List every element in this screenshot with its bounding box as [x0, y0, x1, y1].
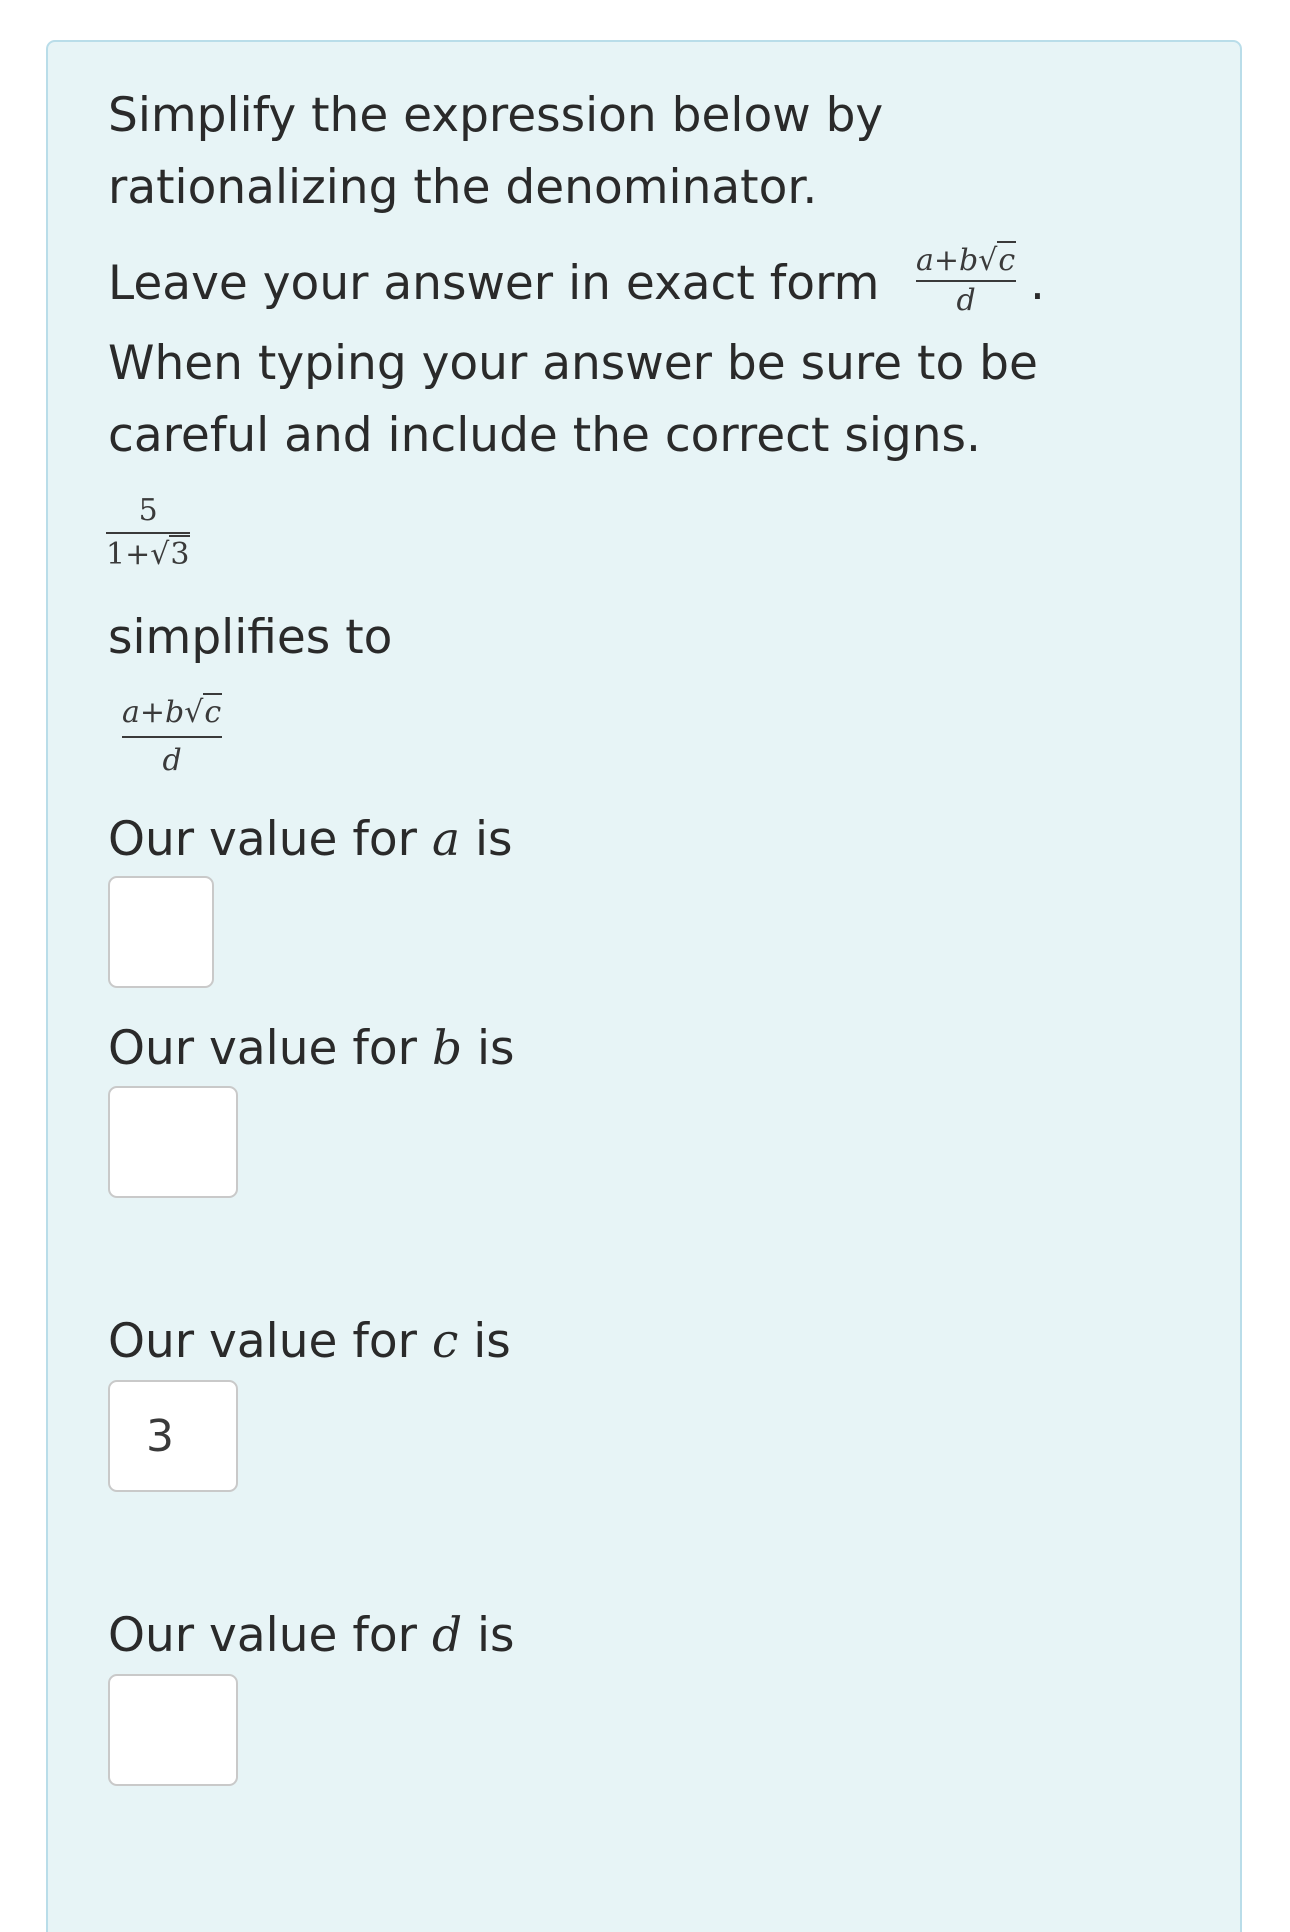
simplifies-to-label: simplifies to	[108, 610, 393, 665]
exact-form-instruction: Leave your answer in exact form	[108, 248, 879, 320]
variable-d: d	[431, 1608, 463, 1663]
expression-denominator: 1+√3	[106, 535, 191, 572]
exact-form-period: .	[1030, 256, 1045, 311]
answer-form-denominator: d	[162, 743, 182, 778]
instruction-line-4: When typing your answer be sure to be	[108, 336, 1038, 391]
answer-input-c[interactable]	[108, 1380, 238, 1492]
answer-form-fraction: a+b√c d	[122, 690, 223, 784]
expression-numerator: 5	[138, 493, 158, 528]
variable-a: a	[431, 812, 460, 867]
answer-input-d[interactable]	[108, 1674, 238, 1786]
variable-b: b	[431, 1021, 463, 1076]
instruction-line-5: careful and include the correct signs.	[108, 408, 981, 463]
variable-c: c	[431, 1314, 459, 1369]
answer-form-numerator: a+b√c	[122, 693, 223, 730]
exact-form-fraction: a+b√c d	[916, 241, 1017, 320]
exact-form-text: Leave your answer in exact form	[108, 256, 880, 311]
question-c-label: Our value for c is	[108, 1314, 511, 1369]
question-a-label: Our value for a is	[108, 812, 513, 867]
exact-form-denominator: d	[956, 283, 976, 318]
exact-form-numerator: a+b√c	[916, 241, 1017, 278]
question-b-label: Our value for b is	[108, 1021, 515, 1076]
answer-input-b[interactable]	[108, 1086, 238, 1198]
answer-input-a[interactable]	[108, 876, 214, 988]
instruction-line-2: rationalizing the denominator.	[108, 160, 818, 215]
question-d-label: Our value for d is	[108, 1608, 515, 1663]
instruction-line-1: Simplify the expression below by	[108, 88, 884, 143]
expression-fraction: 5 1+√3	[106, 490, 191, 576]
